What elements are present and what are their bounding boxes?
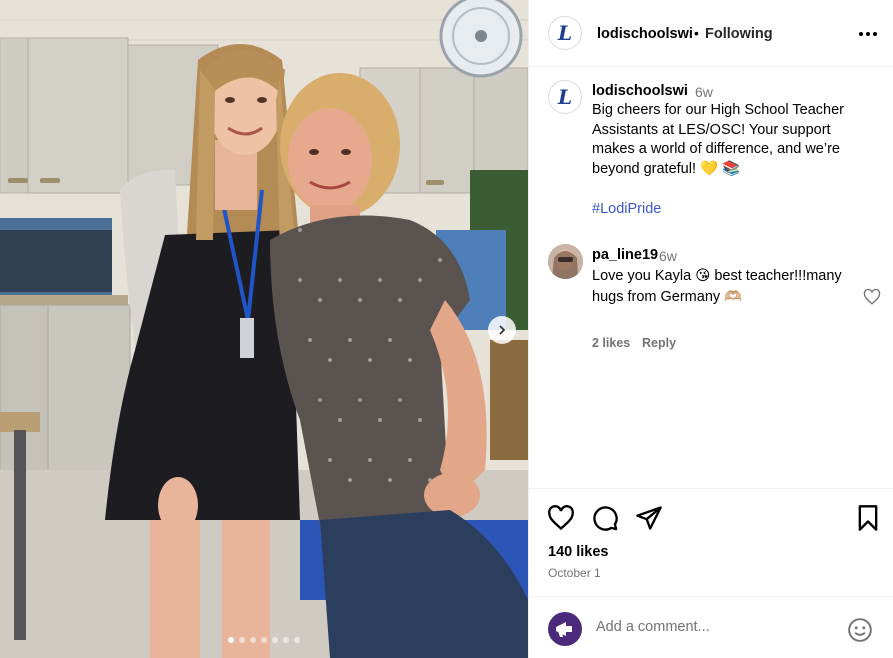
more-icon[interactable]: [856, 22, 880, 46]
carousel-dot: [228, 637, 234, 643]
classroom-photo: [0, 0, 528, 658]
megaphone-icon: [556, 622, 572, 637]
carousel-dot: [250, 637, 256, 643]
carousel-dot: [272, 637, 278, 643]
share-icon[interactable]: [635, 504, 663, 532]
commenter-photo: [548, 244, 583, 279]
bookmark-icon[interactable]: [854, 504, 882, 532]
logo-letter: L: [557, 21, 573, 45]
logo-letter: L: [557, 85, 573, 109]
comment-likes[interactable]: 2 likes: [592, 336, 630, 350]
caption-emojis: 💛 📚: [700, 160, 741, 177]
next-photo-button[interactable]: [488, 316, 516, 344]
post-photo[interactable]: [0, 0, 528, 658]
current-user-avatar[interactable]: [548, 612, 582, 646]
likes-count[interactable]: 140 likes: [548, 544, 608, 560]
caption-username[interactable]: lodischoolswi: [592, 83, 688, 99]
post-side-panel: L lodischoolswi • Following L lodischool…: [528, 0, 893, 658]
carousel-dot: [261, 637, 267, 643]
header-username[interactable]: lodischoolswi: [597, 26, 693, 42]
comment-icon[interactable]: [591, 504, 619, 532]
carousel-dot: [283, 637, 289, 643]
heart-icon[interactable]: [547, 504, 575, 532]
separator-dot: •: [694, 25, 699, 41]
caption-timestamp[interactable]: 6w: [695, 84, 713, 100]
carousel-dot: [294, 637, 300, 643]
comment-like-icon[interactable]: [863, 288, 881, 306]
carousel-dot: [239, 637, 245, 643]
post-actions: 140 likes October 1: [529, 488, 893, 596]
commenter-avatar[interactable]: [548, 244, 583, 279]
carousel-indicator: [0, 637, 528, 643]
comment-text: Love you Kayla 😘 best teacher!!!many hug…: [592, 266, 847, 307]
reply-button[interactable]: Reply: [642, 336, 676, 350]
comment-emoji-kiss: 😘: [695, 268, 711, 284]
following-button[interactable]: Following: [705, 26, 773, 42]
comment-timestamp[interactable]: 6w: [659, 248, 677, 264]
comment-username[interactable]: pa_line19: [592, 247, 658, 263]
caption-text: Big cheers for our High School Teacher A…: [592, 101, 874, 179]
add-comment-input[interactable]: [596, 619, 836, 635]
post-header: L lodischoolswi • Following: [529, 0, 893, 67]
comment-text-part1: Love you Kayla: [592, 268, 692, 284]
caption-avatar[interactable]: L: [548, 80, 582, 114]
profile-avatar[interactable]: L: [548, 16, 582, 50]
add-comment-bar: [529, 596, 893, 658]
chevron-right-icon: [499, 325, 506, 335]
hashtag-link[interactable]: #LodiPride: [592, 201, 661, 217]
emoji-icon[interactable]: [847, 617, 873, 643]
comment-emoji-hands: 🫶🏼: [724, 288, 743, 305]
post-date[interactable]: October 1: [548, 566, 601, 580]
